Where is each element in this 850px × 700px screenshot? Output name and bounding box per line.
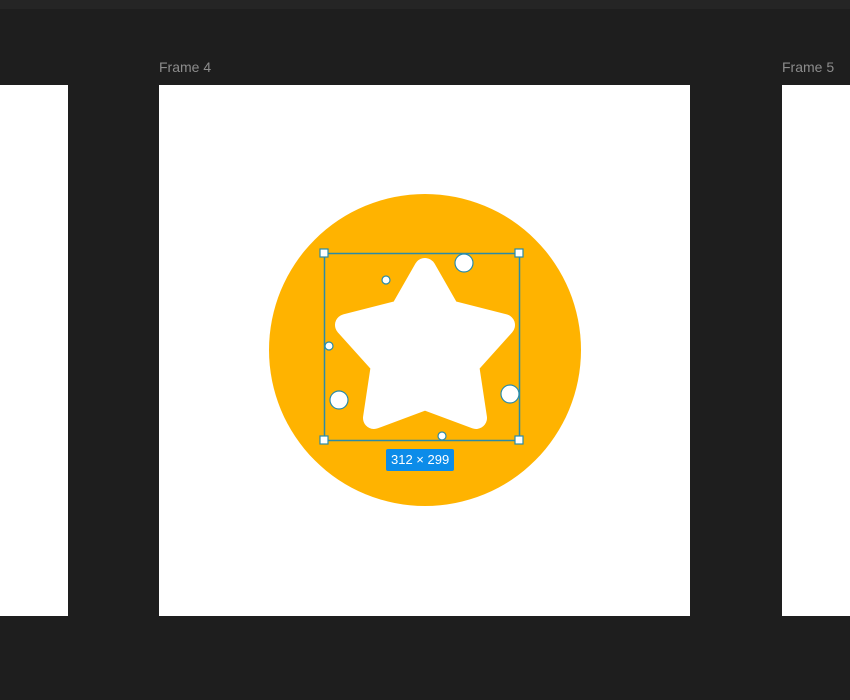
frame-4[interactable]: 312 × 299 (159, 85, 690, 616)
vertex-handle[interactable] (437, 431, 447, 441)
selection-size-badge: 312 × 299 (386, 449, 455, 471)
vertex-handle[interactable] (329, 390, 349, 410)
vertex-handle[interactable] (324, 341, 334, 351)
vertex-handle[interactable] (381, 275, 391, 285)
frame-4-artwork (269, 194, 581, 506)
resize-handle-bottom-left[interactable] (319, 435, 329, 445)
frame-label-frame-4[interactable]: Frame 4 (159, 59, 211, 75)
resize-handle-top-right[interactable] (514, 248, 524, 258)
design-canvas[interactable]: Frame 4 312 × 299 Frame 5 (0, 0, 850, 700)
vertex-handle[interactable] (454, 253, 474, 273)
frame-left-partial[interactable] (0, 85, 68, 616)
resize-handle-top-left[interactable] (319, 248, 329, 258)
vertex-handle[interactable] (500, 384, 520, 404)
top-toolbar-edge (0, 0, 850, 9)
frame-5[interactable] (782, 85, 850, 616)
frame-label-frame-5[interactable]: Frame 5 (782, 59, 834, 75)
resize-handle-bottom-right[interactable] (514, 435, 524, 445)
